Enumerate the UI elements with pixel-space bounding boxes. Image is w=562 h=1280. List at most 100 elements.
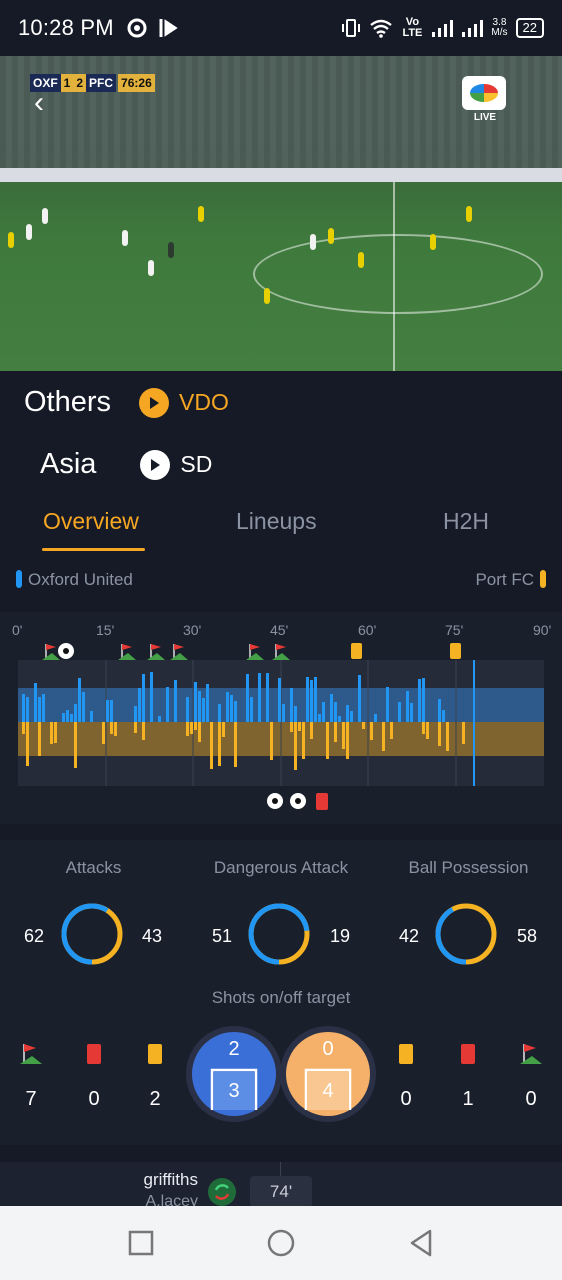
momentum-bar-away <box>218 722 221 766</box>
vibrate-icon <box>342 19 361 37</box>
system-navigation-bar <box>0 1206 562 1280</box>
home-icon[interactable] <box>264 1226 298 1260</box>
momentum-bar-away <box>194 722 197 730</box>
momentum-bar-home <box>234 701 237 722</box>
momentum-bar-home <box>174 680 177 722</box>
tab-h2h[interactable]: H2H <box>443 508 489 535</box>
team-legend: Oxford United Port FC <box>0 566 562 594</box>
momentum-bar-home <box>198 691 201 722</box>
home-red-cards: 0 <box>88 1088 100 1110</box>
momentum-bar-home <box>90 711 93 722</box>
momentum-bar-home <box>142 674 145 722</box>
momentum-bar-home <box>334 702 337 722</box>
stat-title-dangerous-attack: Dangerous Attack <box>213 858 349 877</box>
player <box>122 230 128 246</box>
red-card-icon <box>461 1044 475 1064</box>
timeline-divider <box>280 1162 281 1176</box>
away-corners: 0 <box>525 1088 537 1110</box>
stream-quality: SD <box>180 451 213 477</box>
ball-possession-home: 42 <box>399 926 420 946</box>
attacks-ring <box>61 903 123 965</box>
momentum-bar-home <box>66 710 69 722</box>
player <box>26 224 32 240</box>
substitution-event: griffiths A.lacey 74' <box>0 1162 562 1206</box>
signal-icon-2 <box>462 20 484 37</box>
battery-indicator: 22 <box>515 18 544 38</box>
momentum-bar-away <box>74 722 77 768</box>
dangerous-attack-away: 19 <box>330 926 351 946</box>
pitch-centre-circle <box>253 234 543 314</box>
momentum-bar-home <box>230 695 233 722</box>
home-shots-on: 2 <box>228 1038 240 1060</box>
player <box>264 288 270 304</box>
momentum-bar-home <box>398 702 401 722</box>
momentum-bar-away <box>370 722 373 740</box>
away-shots-on: 0 <box>322 1038 334 1060</box>
recent-apps-icon[interactable] <box>124 1226 158 1260</box>
yellow-card-icon <box>399 1044 413 1064</box>
home-shots-off: 3 <box>228 1080 240 1102</box>
corner-flag-icon <box>42 644 60 660</box>
advertising-boards <box>0 168 562 182</box>
momentum-bar-away <box>298 722 301 731</box>
play-icon[interactable] <box>139 387 170 418</box>
momentum-bar-home <box>206 684 209 722</box>
momentum-bar-away <box>190 722 193 734</box>
video-player[interactable]: OXF 1 2 PFC 76:26 ‹ LIVE <box>0 56 562 371</box>
timeline-tick: 15' <box>96 622 115 638</box>
momentum-bar-home <box>410 703 413 722</box>
away-team-marker <box>540 570 546 588</box>
momentum-bar-home <box>374 714 377 722</box>
tab-overview[interactable]: Overview <box>43 508 139 535</box>
momentum-bar-away <box>334 722 337 742</box>
corner-flag-icon <box>520 1044 542 1064</box>
substitution-icon <box>208 1178 236 1206</box>
player <box>466 206 472 222</box>
momentum-bar-home <box>226 692 229 722</box>
stream-option-asia[interactable]: Asia SD <box>40 448 212 481</box>
stream-quality: VDO <box>179 389 229 415</box>
yellow-card-icon <box>450 643 461 659</box>
tab-bar: Overview Lineups H2H <box>0 500 562 552</box>
momentum-bar-home <box>330 694 333 722</box>
momentum-bar-away <box>390 722 393 739</box>
home-corners: 7 <box>25 1088 37 1110</box>
player <box>328 228 334 244</box>
momentum-bar-home <box>150 672 153 722</box>
dangerous-attack-home: 51 <box>212 926 233 946</box>
match-stats: Attacks Dangerous Attack Ball Possession… <box>0 840 562 1145</box>
stream-option-others[interactable]: Others VDO <box>24 386 229 419</box>
network-label: Vo LTE <box>402 16 423 39</box>
away-red-cards: 1 <box>462 1088 474 1110</box>
momentum-bar-home <box>278 678 281 722</box>
momentum-bar-home <box>422 678 425 722</box>
momentum-bar-away <box>102 722 105 744</box>
red-card-icon <box>316 793 328 810</box>
attacks-away: 43 <box>142 926 163 946</box>
momentum-bar-away <box>54 722 57 743</box>
player <box>358 252 364 268</box>
play-icon[interactable] <box>140 449 171 480</box>
timeline-tick: 75' <box>445 622 464 638</box>
momentum-bar-home <box>26 697 29 722</box>
shots-title: Shots on/off target <box>211 988 351 1007</box>
back-arrow-icon[interactable]: ‹ <box>34 88 64 118</box>
momentum-bar-away <box>26 722 29 766</box>
momentum-bar-home <box>418 679 421 722</box>
momentum-bar-home <box>306 677 309 722</box>
momentum-bar-home <box>358 675 361 722</box>
momentum-bar-away <box>222 722 225 737</box>
momentum-bar-home <box>74 704 77 722</box>
momentum-bar-home <box>194 682 197 722</box>
momentum-bar-away <box>210 722 213 769</box>
away-team-name: Port FC <box>475 570 534 589</box>
stat-title-attacks: Attacks <box>65 858 122 877</box>
tab-lineups[interactable]: Lineups <box>236 508 317 535</box>
momentum-bar-away <box>22 722 25 734</box>
momentum-bar-away <box>114 722 117 736</box>
attacks-home: 62 <box>24 926 45 946</box>
dangerous-attack-ring <box>248 903 310 965</box>
back-icon[interactable] <box>404 1226 438 1260</box>
momentum-bar-home <box>202 698 205 722</box>
momentum-bar-away <box>310 722 313 739</box>
